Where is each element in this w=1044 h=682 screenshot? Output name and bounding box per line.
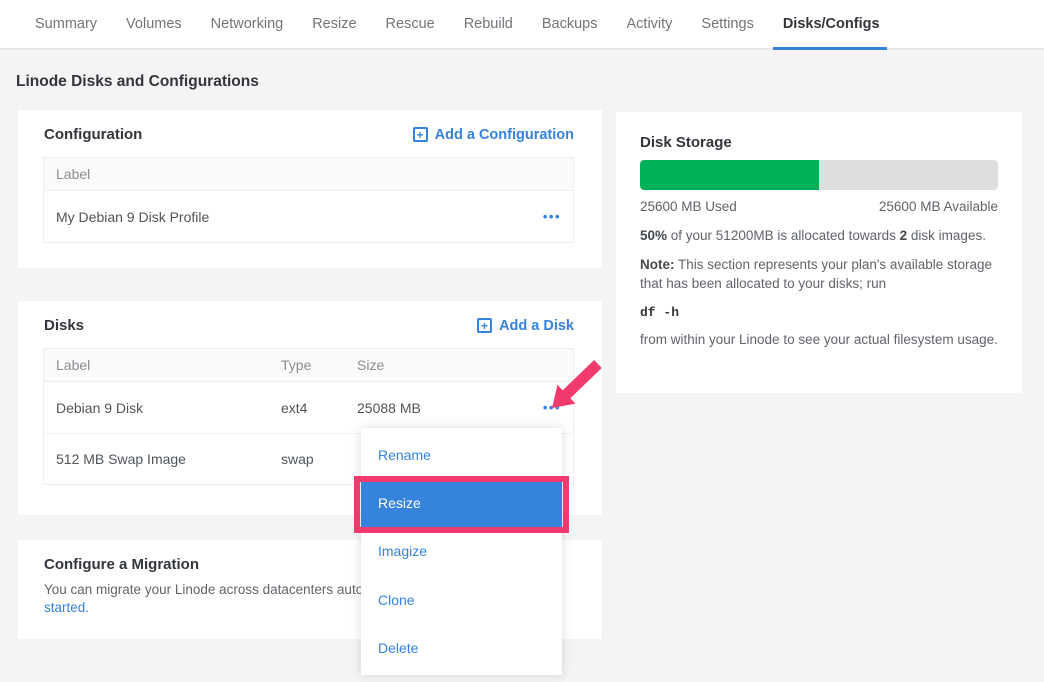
menu-item-resize[interactable]: Resize — [361, 479, 562, 527]
plus-icon: + — [413, 127, 428, 142]
configuration-panel-title: Configuration — [44, 126, 142, 143]
disks-column-label: Label — [56, 357, 281, 373]
active-tab-underline — [773, 47, 887, 50]
add-disk-button[interactable]: + Add a Disk — [477, 318, 574, 334]
menu-item-imagize[interactable]: Imagize — [361, 527, 562, 575]
disk-row-size: 25088 MB — [357, 400, 543, 416]
tab-settings[interactable]: Settings — [701, 0, 753, 48]
page-title: Linode Disks and Configurations — [16, 73, 259, 91]
disks-column-size: Size — [357, 357, 573, 373]
storage-note-label: Note: — [640, 257, 675, 272]
disk-storage-title: Disk Storage — [640, 134, 998, 151]
storage-note-text: Note: This section represents your plan'… — [640, 255, 998, 293]
disks-column-type: Type — [281, 357, 357, 373]
tab-bar: Summary Volumes Networking Resize Rescue… — [0, 0, 1044, 50]
storage-allocation-end: disk images. — [907, 228, 986, 243]
disk-actions-menu: Rename Resize Imagize Clone Delete — [361, 428, 562, 675]
configuration-row-label: My Debian 9 Disk Profile — [56, 209, 543, 225]
tab-networking[interactable]: Networking — [211, 0, 284, 48]
tab-activity[interactable]: Activity — [627, 0, 673, 48]
storage-bar-fill — [640, 160, 819, 190]
tab-backups[interactable]: Backups — [542, 0, 598, 48]
menu-item-rename[interactable]: Rename — [361, 431, 562, 479]
menu-item-delete[interactable]: Delete — [361, 624, 562, 672]
storage-note-text-2: from within your Linode to see your actu… — [640, 330, 998, 349]
add-disk-label: Add a Disk — [499, 318, 574, 334]
storage-allocation-percent: 50% — [640, 228, 667, 243]
storage-note-body: This section represents your plan's avai… — [640, 257, 992, 291]
tab-disks-configs[interactable]: Disks/Configs — [783, 0, 880, 48]
migration-body-fragment: You can migrate your Linode across datac… — [44, 582, 363, 597]
configuration-panel: Configuration + Add a Configuration Labe… — [18, 110, 602, 268]
tab-volumes[interactable]: Volumes — [126, 0, 182, 48]
storage-code-df: df -h — [640, 305, 998, 320]
add-configuration-button[interactable]: + Add a Configuration — [413, 127, 574, 143]
add-configuration-label: Add a Configuration — [435, 127, 574, 143]
tab-summary[interactable]: Summary — [35, 0, 97, 48]
storage-available-label: 25600 MB Available — [879, 199, 998, 214]
configuration-row-actions-ellipsis-icon[interactable]: ••• — [543, 210, 561, 223]
tab-disks-configs-label: Disks/Configs — [783, 16, 880, 32]
disk-row-type: swap — [281, 451, 357, 467]
storage-allocation-text: 50% of your 51200MB is allocated towards… — [640, 228, 998, 243]
disk-row-debian: Debian 9 Disk ext4 25088 MB ••• — [44, 382, 573, 433]
disk-row-label: Debian 9 Disk — [56, 400, 281, 416]
migration-started-link[interactable]: started. — [44, 600, 89, 615]
storage-allocation-mid: of your 51200MB is allocated towards — [667, 228, 900, 243]
storage-used-label: 25600 MB Used — [640, 199, 737, 214]
disks-panel-title: Disks — [44, 317, 84, 334]
disk-storage-panel: Disk Storage 25600 MB Used 25600 MB Avai… — [616, 112, 1022, 393]
plus-icon: + — [477, 318, 492, 333]
disk-row-type: ext4 — [281, 400, 357, 416]
disk-row-actions-ellipsis-icon[interactable]: ••• — [543, 401, 561, 414]
tab-rebuild[interactable]: Rebuild — [464, 0, 513, 48]
menu-item-clone[interactable]: Clone — [361, 576, 562, 624]
tab-resize[interactable]: Resize — [312, 0, 356, 48]
storage-progress-bar — [640, 160, 998, 190]
configuration-row: My Debian 9 Disk Profile ••• — [44, 191, 573, 242]
configuration-table: Label My Debian 9 Disk Profile ••• — [43, 157, 574, 243]
tab-rescue[interactable]: Rescue — [386, 0, 435, 48]
configuration-column-label: Label — [56, 166, 573, 182]
migration-panel-title: Configure a Migration — [44, 556, 199, 573]
disk-row-label: 512 MB Swap Image — [56, 451, 281, 467]
